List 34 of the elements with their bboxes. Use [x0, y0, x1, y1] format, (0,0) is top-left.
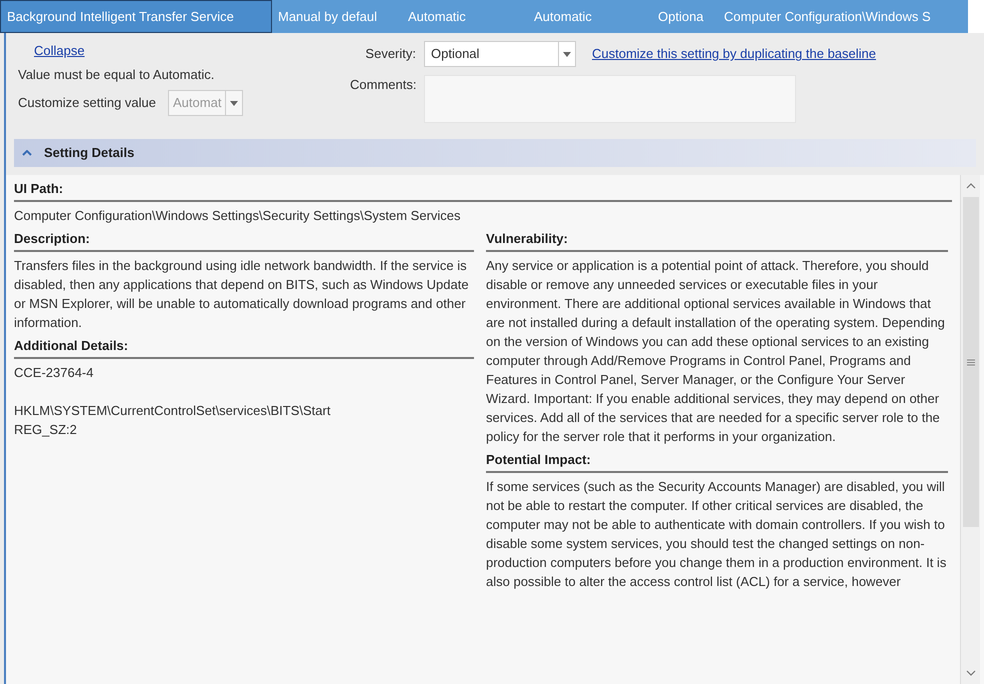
ui-path-text: Computer Configuration\Windows Settings\Security Settings\System Services — [14, 207, 462, 225]
scroll-up-icon[interactable] — [966, 183, 976, 189]
caret-icon — [563, 52, 571, 56]
customize-link[interactable]: Customize this setting by duplicating the baseline — [592, 44, 876, 64]
header-cell[interactable]: Computer Configuration\Windows S — [718, 0, 968, 33]
section-heading: UI Path: — [14, 181, 64, 196]
description-text: Transfers files in the background using idle network bandwidth. If the service is disabled, then any applications that depend on BITS, such as Windows Update or MSN Explorer, will be unable to automatically download programs and other information. — [14, 257, 470, 332]
vulnerability-text: Any service or application is a potential point of attack. Therefore, you should disable or remove any unneeded services or executable files in your environment. There are additional optional services available in Windows that are not installed during a default installation of the operating system. Depending on the version of Windows you can add these optional services to an existing computer through Add/Remove Programs in Control Panel, Programs and Features in Control Panel, Server Manager, or the Configure Your Server Wizard. Important: If you enable additional services, they may depend on other services. Add all of the services that are needed for a specific server role to the policy for the server role that it performs in your organization. — [486, 257, 946, 446]
impact-text: If some services (such as the Security Accounts Manager) are disabled, you will not be able to restart the computer. If other critical services are disabled, the computer may not be able to authenticate with domain controllers. If you wish to disable some system services, you should test the changed settings on non-production computers before you change them in a production environment. It is also possible to alter the access control list (ACL) for a service, however — [486, 478, 948, 591]
customize-label: Customize setting value — [18, 94, 156, 112]
collapse-link[interactable]: Collapse — [34, 41, 85, 60]
detail-text: CCE-23764-4 — [14, 364, 94, 382]
header-cell[interactable]: Optiona — [652, 0, 718, 33]
header-cell[interactable]: Background Intelligent Transfer Service — [0, 0, 272, 33]
header-cell[interactable]: Automatic — [528, 0, 652, 33]
section-heading: Additional Details: — [14, 338, 128, 353]
header-cell[interactable]: Automatic — [402, 0, 528, 33]
scrollbar[interactable] — [960, 175, 980, 684]
registry-text: HKLM\SYSTEM\CurrentControlSet\services\BITS\Start — [14, 402, 332, 420]
severity-label: Severity: — [364, 45, 416, 64]
grip-icon — [966, 358, 974, 366]
section-heading: Vulnerability: — [486, 231, 568, 246]
collapse-icon — [22, 150, 32, 156]
section-heading: Description: — [14, 231, 90, 246]
header-cell[interactable]: Manual by defaul — [272, 0, 402, 33]
rule-text: Value must be equal to Automatic. — [18, 66, 216, 84]
scroll-down-icon[interactable] — [966, 670, 976, 676]
section-header[interactable]: Setting Details — [14, 139, 976, 167]
scroll-thumb[interactable] — [962, 197, 978, 527]
severity-dropdown[interactable]: Optional — [424, 41, 576, 67]
comments-label: Comments: — [350, 76, 416, 94]
registry-text: REG_SZ:2 — [14, 421, 78, 439]
section-heading: Potential Impact: — [486, 452, 591, 467]
caret-icon — [230, 100, 238, 106]
